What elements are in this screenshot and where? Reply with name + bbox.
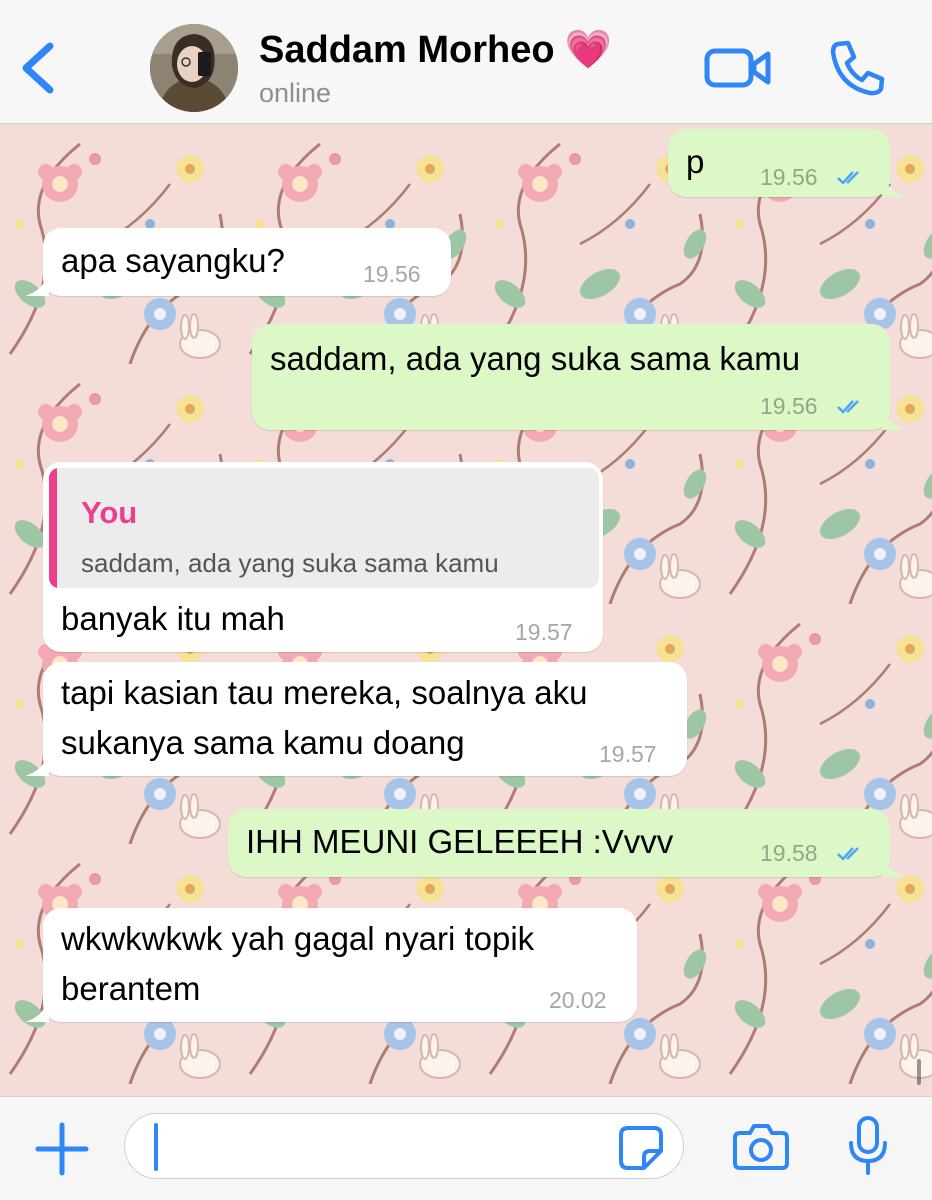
camera-icon[interactable] <box>732 1121 790 1171</box>
quote-author: You <box>81 495 138 530</box>
plus-icon[interactable] <box>34 1121 90 1177</box>
video-camera-icon[interactable] <box>704 44 772 92</box>
message-time: 19.56 <box>760 393 818 419</box>
scroll-indicator[interactable] <box>917 1059 921 1085</box>
read-receipt-icon <box>837 171 859 185</box>
message-time: 19.56 <box>760 164 818 190</box>
bubble-tail <box>882 404 906 430</box>
chat-area[interactable]: p 19.56 apa sayangku? 19.56 saddam, ada … <box>0 124 932 1096</box>
quoted-message[interactable]: You saddam, ada yang suka sama kamu <box>49 468 599 588</box>
message-time: 19.56 <box>363 261 421 287</box>
chat-header: Saddam Morheo 💗 online <box>0 0 932 124</box>
message-bubble[interactable]: saddam, ada yang suka sama kamu 19.56 <box>252 324 906 430</box>
contact-status: online <box>259 78 332 108</box>
message-bubble[interactable]: IHH MEUNI GELEEEH :Vvvv 19.58 <box>228 809 906 877</box>
message-text-line: wkwkwkwk yah gagal nyari topik <box>61 920 535 957</box>
message-text-line: tapi kasian tau mereka, soalnya aku <box>61 674 588 711</box>
contact-name[interactable]: Saddam Morheo 💗 <box>259 28 612 72</box>
message-text: banyak itu mah <box>61 600 285 637</box>
message-text: p <box>686 143 705 180</box>
read-receipt-icon <box>837 847 859 861</box>
message-time: 20.02 <box>549 987 607 1013</box>
message-time: 19.57 <box>515 619 573 645</box>
sticker-icon[interactable] <box>618 1125 664 1171</box>
text-cursor <box>154 1123 158 1171</box>
avatar[interactable] <box>150 24 238 112</box>
reply-message-bubble[interactable]: You saddam, ada yang suka sama kamu bany… <box>43 462 603 652</box>
message-text-line: sukanya sama kamu doang <box>61 724 465 761</box>
bubble-tail <box>25 270 49 296</box>
message-bubble[interactable]: wkwkwkwk yah gagal nyari topik berantem … <box>25 908 637 1022</box>
message-bubble[interactable]: tapi kasian tau mereka, soalnya aku suka… <box>25 662 687 776</box>
message-time: 19.57 <box>599 741 657 767</box>
message-text: apa sayangku? <box>61 242 285 279</box>
message-time: 19.58 <box>760 840 818 866</box>
phone-icon[interactable] <box>828 38 886 98</box>
bubble-tail <box>25 996 49 1022</box>
bubble-tail <box>882 171 906 197</box>
message-bubble[interactable]: apa sayangku? 19.56 <box>25 228 451 296</box>
message-text-line: berantem <box>61 970 201 1007</box>
message-text: IHH MEUNI GELEEEH :Vvvv <box>246 823 674 860</box>
bubble-tail <box>882 851 906 877</box>
chevron-left-icon[interactable] <box>16 40 60 96</box>
microphone-icon[interactable] <box>848 1115 888 1177</box>
bubble-tail <box>25 750 49 776</box>
quote-text: saddam, ada yang suka sama kamu <box>81 548 499 578</box>
quote-accent-bar <box>49 468 57 588</box>
read-receipt-icon <box>837 400 859 414</box>
message-input-bar <box>0 1096 932 1200</box>
heart-emoji: 💗 <box>564 29 612 71</box>
message-bubble[interactable]: p 19.56 <box>668 129 906 197</box>
message-input[interactable] <box>124 1113 684 1179</box>
contact-name-text: Saddam Morheo <box>259 29 555 71</box>
message-text: saddam, ada yang suka sama kamu <box>270 340 801 377</box>
